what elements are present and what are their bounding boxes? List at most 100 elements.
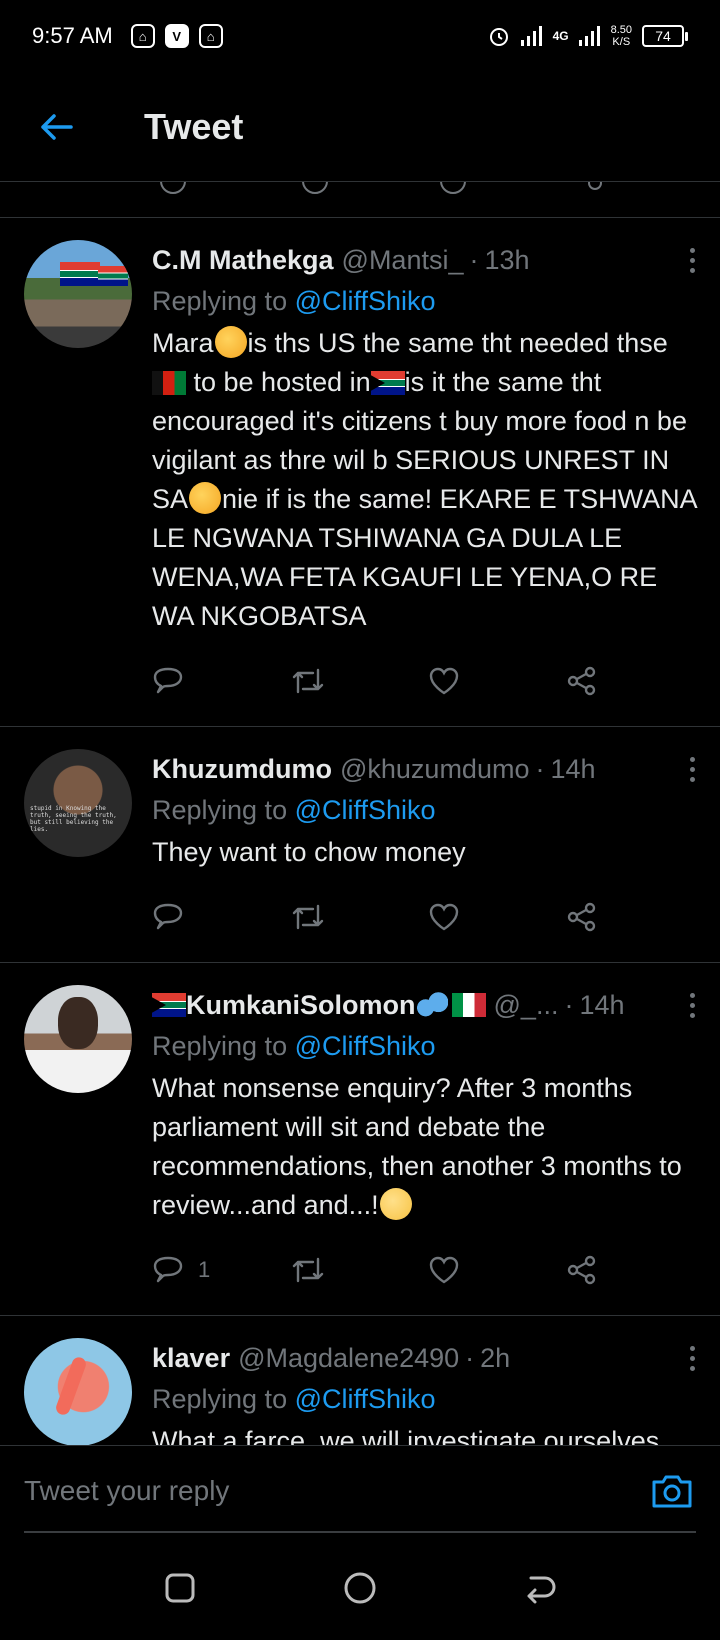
network-type: 4G: [552, 29, 569, 43]
retweet-button[interactable]: [290, 902, 428, 932]
display-name[interactable]: KumkaniSolomon: [186, 990, 416, 1021]
tweet-text: They want to chow money: [152, 837, 466, 867]
replying-to-handle[interactable]: @CliffShiko: [295, 1384, 436, 1414]
tweet-text-part: nie if is the same! EKARE E TSHWANA LE N…: [152, 484, 697, 631]
more-options-button[interactable]: [680, 756, 704, 782]
share-icon: [567, 1255, 596, 1285]
replying-to-handle[interactable]: @CliffShiko: [295, 286, 436, 316]
retweet-icon: [292, 1257, 324, 1283]
retweet-icon: [302, 182, 328, 194]
camera-button[interactable]: [648, 1467, 696, 1515]
display-name[interactable]: klaver: [152, 1343, 230, 1374]
speed-value: 8.50: [610, 24, 632, 36]
reply-button[interactable]: 1: [152, 1255, 290, 1285]
avatar[interactable]: [24, 985, 132, 1093]
tweet-header: C.M Mathekga @Mantsi_ · 13h: [152, 240, 704, 280]
back-nav-button[interactable]: [510, 1558, 570, 1618]
retweet-button[interactable]: [290, 666, 428, 696]
flamingo-image: [54, 1355, 88, 1417]
heart-icon: [440, 182, 466, 194]
heart-icon: [429, 903, 459, 931]
tweet-body: Khuzumdumo @khuzumdumo · 14h Replying to…: [152, 749, 704, 962]
avatar[interactable]: [24, 1338, 132, 1445]
retweet-icon: [292, 668, 324, 694]
reply-button[interactable]: [152, 666, 290, 696]
tweet-actions: [152, 872, 704, 962]
signal-icon: [520, 26, 542, 46]
camera-icon: [652, 1475, 692, 1507]
heart-icon: [429, 1256, 459, 1284]
system-nav-bar: [0, 1535, 720, 1640]
retweet-button[interactable]: [290, 1255, 428, 1285]
user-handle[interactable]: @Magdalene2490: [238, 1343, 459, 1374]
status-time: 9:57 AM: [32, 23, 113, 48]
alarm-icon: [489, 28, 508, 46]
user-handle[interactable]: @_...: [494, 990, 559, 1021]
tweet-text: Mara is ths US the same tht needed thse t…: [152, 324, 704, 636]
tweet-time: 14h: [579, 989, 625, 1020]
share-button[interactable]: [566, 902, 704, 932]
reply-feed[interactable]: C.M Mathekga @Mantsi_ · 13h Replying to …: [0, 182, 720, 1445]
replying-to-label: Replying to: [152, 286, 288, 316]
tweet[interactable]: klaver @Magdalene2490 · 2h Replying to @…: [0, 1316, 720, 1445]
flag-image: [98, 266, 128, 286]
replying-to-label: Replying to: [152, 795, 288, 825]
avatar[interactable]: [24, 240, 132, 348]
south-africa-flag-icon: [370, 371, 405, 395]
recents-button[interactable]: [150, 1558, 210, 1618]
tweet-time: 2h: [480, 1342, 511, 1373]
back-button[interactable]: [0, 72, 112, 182]
arrow-left-icon: [41, 113, 73, 140]
tweet-body: KumkaniSolomon @_... · 14h Replying to @…: [152, 985, 704, 1315]
share-icon: [567, 666, 596, 696]
display-name[interactable]: C.M Mathekga: [152, 245, 334, 276]
app-notification-icon: ⌂: [130, 24, 155, 48]
like-button[interactable]: [428, 666, 566, 696]
speed-unit: K/S: [612, 36, 631, 48]
italy-flag-icon: [451, 993, 486, 1017]
battery-indicator: 74: [642, 25, 688, 47]
tweet[interactable]: C.M Mathekga @Mantsi_ · 13h Replying to …: [0, 218, 720, 727]
replying-to-handle[interactable]: @CliffShiko: [295, 795, 436, 825]
network-speed: 8.50 K/S: [611, 24, 632, 48]
display-name[interactable]: Khuzumdumo: [152, 754, 332, 785]
more-options-button[interactable]: [680, 1345, 704, 1371]
tweet-body: C.M Mathekga @Mantsi_ · 13h Replying to …: [152, 240, 704, 726]
back-arrow-icon: [527, 1576, 556, 1603]
tweet-body: klaver @Magdalene2490 · 2h Replying to @…: [152, 1338, 704, 1445]
heart-icon: [429, 667, 459, 695]
tweet-time: 14h: [550, 753, 596, 784]
person-image: [58, 997, 98, 1049]
like-button[interactable]: [428, 1255, 566, 1285]
user-handle[interactable]: @khuzumdumo: [340, 754, 530, 785]
separator: ·: [564, 989, 574, 1020]
tweet-text: What nonsense enquiry? After 3 months pa…: [152, 1069, 704, 1225]
flag-image: [60, 262, 100, 286]
tweet-actions: 1: [152, 1225, 704, 1315]
tweet-text-part: is ths US the same tht needed thse: [247, 328, 668, 358]
avatar[interactable]: stupid in Knowing the truth, seeing the …: [24, 749, 132, 857]
reply-composer: [0, 1445, 720, 1535]
face-with-rolling-eyes-icon: [379, 1188, 412, 1220]
page-title: Tweet: [144, 105, 244, 147]
v-app-notification-icon: V: [164, 24, 189, 48]
sweat-droplets-icon: [415, 991, 448, 1019]
reply-button[interactable]: [152, 902, 290, 932]
replying-to-handle[interactable]: @CliffShiko: [295, 1031, 436, 1061]
share-button[interactable]: [566, 1255, 704, 1285]
more-options-button[interactable]: [680, 247, 704, 273]
app-notification-icon: ⌂: [198, 24, 223, 48]
tweet[interactable]: KumkaniSolomon @_... · 14h Replying to @…: [0, 963, 720, 1316]
tweet-header: KumkaniSolomon @_... · 14h: [152, 985, 704, 1025]
more-options-button[interactable]: [680, 992, 704, 1018]
tweet-text-part: What nonsense enquiry? After 3 months pa…: [152, 1073, 682, 1220]
tweet[interactable]: stupid in Knowing the truth, seeing the …: [0, 727, 720, 963]
reply-bubble-icon: [153, 903, 183, 930]
retweet-icon: [292, 904, 324, 930]
app-header: Tweet: [0, 72, 720, 182]
home-button[interactable]: [330, 1558, 390, 1618]
reply-input[interactable]: [24, 1460, 648, 1521]
like-button[interactable]: [428, 902, 566, 932]
user-handle[interactable]: @Mantsi_: [342, 245, 464, 276]
share-button[interactable]: [566, 666, 704, 696]
